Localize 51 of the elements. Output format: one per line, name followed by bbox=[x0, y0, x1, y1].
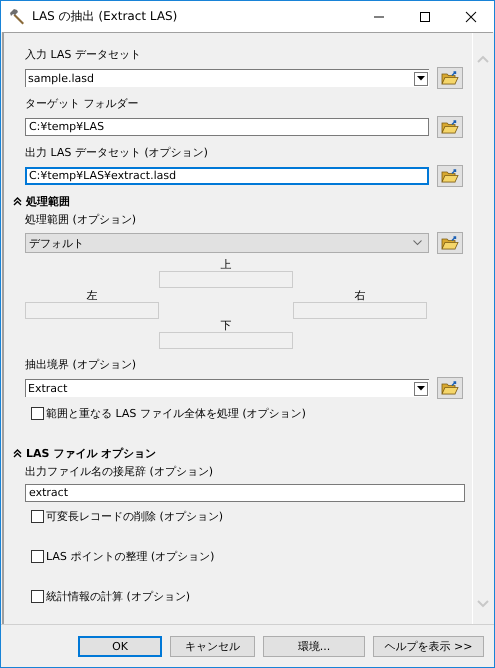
browse-button[interactable] bbox=[437, 232, 463, 254]
folder-icon bbox=[441, 380, 459, 396]
maximize-icon bbox=[419, 10, 431, 22]
checkbox-label: 統計情報の計算 (オプション) bbox=[46, 588, 190, 604]
folder-icon bbox=[441, 168, 459, 184]
dialog-button[interactable]: OK bbox=[78, 636, 162, 656]
parameter-label: 入力 LAS データセット bbox=[25, 47, 142, 62]
folder-icon bbox=[441, 70, 459, 86]
bottom-field[interactable] bbox=[159, 332, 293, 349]
checkbox-label: LAS ポイントの整理 (オプション) bbox=[46, 548, 214, 564]
checkbox-label: 範囲と重なる LAS ファイル全体を処理 (オプション) bbox=[46, 406, 306, 420]
checkbox[interactable] bbox=[31, 550, 44, 562]
parameter-label: ターゲット フォルダー bbox=[25, 96, 140, 111]
checkbox-label: 可変長レコードの削除 (オプション) bbox=[46, 508, 224, 524]
section-header: LAS ファイル オプション bbox=[26, 446, 156, 460]
chevron-down-icon[interactable] bbox=[413, 240, 422, 246]
checkbox[interactable] bbox=[31, 590, 44, 602]
text-field[interactable]: extract bbox=[25, 484, 465, 502]
folder-icon bbox=[441, 119, 459, 135]
bottom-label: 下 bbox=[220, 320, 232, 332]
combo-box[interactable]: Extract bbox=[25, 379, 429, 397]
dropdown[interactable]: デフォルト bbox=[25, 233, 429, 253]
left-label: 左 bbox=[86, 290, 98, 302]
text-field[interactable]: C:¥temp¥LAS¥extract.lasd bbox=[25, 167, 429, 185]
right-label: 右 bbox=[354, 290, 366, 302]
left-field[interactable] bbox=[25, 302, 159, 319]
parameter-label: 出力 LAS データセット (オプション) bbox=[25, 145, 209, 160]
dialog-button[interactable]: キャンセル bbox=[170, 636, 255, 656]
close-icon bbox=[465, 10, 477, 22]
folder-icon bbox=[441, 235, 459, 251]
window-title: LAS の抽出 (Extract LAS) bbox=[32, 8, 178, 25]
section-header: 処理範囲 bbox=[26, 194, 70, 208]
collapse-icon[interactable] bbox=[13, 196, 22, 206]
browse-button[interactable] bbox=[437, 377, 463, 399]
checkbox[interactable] bbox=[31, 406, 44, 420]
parameter-label: 出力ファイル名の接尾辞 (オプション) bbox=[25, 464, 214, 479]
browse-button[interactable] bbox=[437, 165, 463, 187]
hammer-icon bbox=[8, 8, 26, 26]
dialog-button[interactable]: 環境... bbox=[263, 636, 365, 656]
combo-box[interactable]: sample.lasd bbox=[25, 69, 429, 87]
right-field[interactable] bbox=[293, 302, 427, 319]
text-field[interactable]: C:¥temp¥LAS bbox=[25, 118, 429, 136]
top-label: 上 bbox=[220, 259, 232, 271]
parameter-label: 抽出境界 (オプション) bbox=[25, 357, 138, 372]
browse-button[interactable] bbox=[437, 67, 463, 89]
dialog-button[interactable]: ヘルプを表示 >> bbox=[373, 636, 484, 656]
checkbox[interactable] bbox=[31, 510, 44, 522]
top-field[interactable] bbox=[159, 271, 293, 288]
browse-button[interactable] bbox=[437, 116, 463, 138]
collapse-icon[interactable] bbox=[13, 448, 22, 458]
parameter-label: 処理範囲 (オプション) bbox=[25, 212, 138, 227]
